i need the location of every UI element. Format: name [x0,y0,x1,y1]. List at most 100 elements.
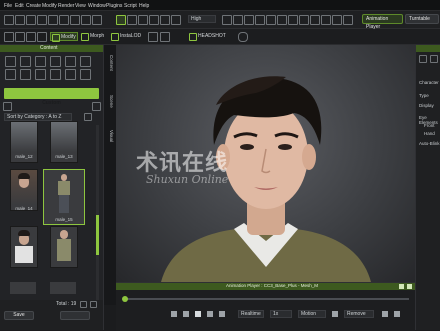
rewind-icon[interactable] [171,311,177,317]
skin-tab-icon[interactable] [65,69,76,80]
scene-icon[interactable] [20,56,31,67]
undo-icon[interactable] [37,15,47,25]
light-icon[interactable] [70,15,80,25]
menu-help[interactable]: Help [139,3,149,9]
more-button[interactable] [60,311,90,320]
play-icon[interactable] [195,311,201,317]
animation-player-button[interactable]: Animation Player [362,14,403,30]
tab-visual[interactable]: Visual [106,130,114,142]
layout-icon[interactable] [343,15,353,25]
realtime-select[interactable]: Realtime [238,310,264,318]
list-item-partial[interactable] [50,282,76,294]
scale-icon[interactable] [149,15,159,25]
menu-modify[interactable]: Modify [42,3,57,9]
list-item[interactable]: male_13 [50,121,78,163]
folder-icon[interactable] [3,102,12,111]
character-icon[interactable] [4,32,14,42]
tab-content[interactable]: Content [106,55,114,71]
avatar-tab-icon[interactable] [35,56,46,67]
select-icon[interactable] [116,15,126,25]
content-scrollbar[interactable] [96,125,99,300]
material-tab-icon[interactable] [80,56,91,67]
record-icon[interactable] [332,311,338,317]
menu-edit[interactable]: Edit [15,3,24,9]
timeline-slider[interactable] [122,296,409,302]
list-item[interactable]: male_12 [10,121,38,163]
timeline-handle[interactable] [122,296,128,302]
menu-plugins[interactable]: Plugins [106,3,122,9]
menu-create[interactable]: Create [26,3,41,9]
list-item-partial[interactable] [10,282,36,294]
plugin-icon[interactable] [238,32,248,42]
save-button[interactable]: Save [4,311,34,320]
menu-file[interactable]: File [4,3,12,9]
new-icon[interactable] [4,15,14,25]
cloth-tab-icon[interactable] [20,69,31,80]
import-icon[interactable] [26,32,36,42]
panel-icon[interactable] [430,55,438,63]
list-item-selected[interactable]: male_15 [43,169,85,225]
shoe-tab-icon[interactable] [35,69,46,80]
tab-scene[interactable]: Scene [106,95,114,108]
rotate-icon[interactable] [138,15,148,25]
tools-icon[interactable] [15,32,25,42]
remove-button[interactable]: Remove [344,310,374,318]
physics-icon[interactable] [310,15,320,25]
instalod-button[interactable]: InstaLOD [110,32,142,41]
accessory-tab-icon[interactable] [50,69,61,80]
motion-tab-icon[interactable] [50,56,61,67]
shading-icon[interactable] [255,15,265,25]
preview-icon[interactable] [321,15,331,25]
list-item[interactable]: male_14 [10,169,38,211]
prev-frame-icon[interactable] [183,311,189,317]
export-icon[interactable] [37,32,47,42]
snap-icon[interactable] [171,15,181,25]
zoom-out-icon[interactable] [80,301,87,308]
pivot-icon[interactable] [160,15,170,25]
gizmo-icon[interactable] [288,15,298,25]
prop-icon[interactable] [81,15,91,25]
project-icon[interactable] [5,56,16,67]
pose-icon[interactable] [266,15,276,25]
redo-icon[interactable] [48,15,58,25]
screenshot-icon[interactable] [332,15,342,25]
fast-forward-icon[interactable] [219,311,225,317]
loop-icon[interactable] [382,311,388,317]
menu-script[interactable]: Script [124,3,137,9]
save-icon[interactable] [26,15,36,25]
morph-button[interactable]: Morph [80,32,106,41]
smart-icon[interactable] [160,32,170,42]
list-item[interactable]: male_6 [10,226,38,268]
settings-icon[interactable] [394,311,400,317]
menu-render[interactable]: Render [58,3,74,9]
search-icon[interactable] [92,102,101,111]
view-mode-icon[interactable] [84,113,92,121]
render-icon[interactable] [222,15,232,25]
custom-tab-button[interactable]: Custom [4,88,99,106]
next-frame-icon[interactable] [207,311,213,317]
open-icon[interactable] [15,15,25,25]
camera-tab-icon[interactable] [65,56,76,67]
sort-select[interactable]: Sort by Category : A to Z [4,113,72,121]
fx-icon[interactable] [148,32,158,42]
3d-viewport[interactable]: 术讯在线 Shuxun Online [116,45,415,282]
panel-icon[interactable] [419,55,427,63]
motion-select[interactable]: Motion [298,310,326,318]
camera-icon[interactable] [59,15,69,25]
turntable-button[interactable]: Turntable [405,14,439,24]
morph-icon[interactable] [92,15,102,25]
pin-icon[interactable] [399,284,404,289]
headshot-button[interactable]: HEADSHOT [188,32,226,41]
hair-tab-icon[interactable] [5,69,16,80]
grid-icon[interactable] [233,15,243,25]
scrollbar-thumb[interactable] [96,215,99,255]
quality-select[interactable]: High [188,15,216,23]
morph-tab-icon[interactable] [80,69,91,80]
close-icon[interactable] [407,284,412,289]
menu-window[interactable]: Window [88,3,106,9]
list-item[interactable]: male_hair_test [50,226,78,268]
zoom-in-icon[interactable] [90,301,97,308]
ik-icon[interactable] [299,15,309,25]
speed-select[interactable]: 1x [270,310,292,318]
modify-button[interactable]: Modify [50,32,78,42]
